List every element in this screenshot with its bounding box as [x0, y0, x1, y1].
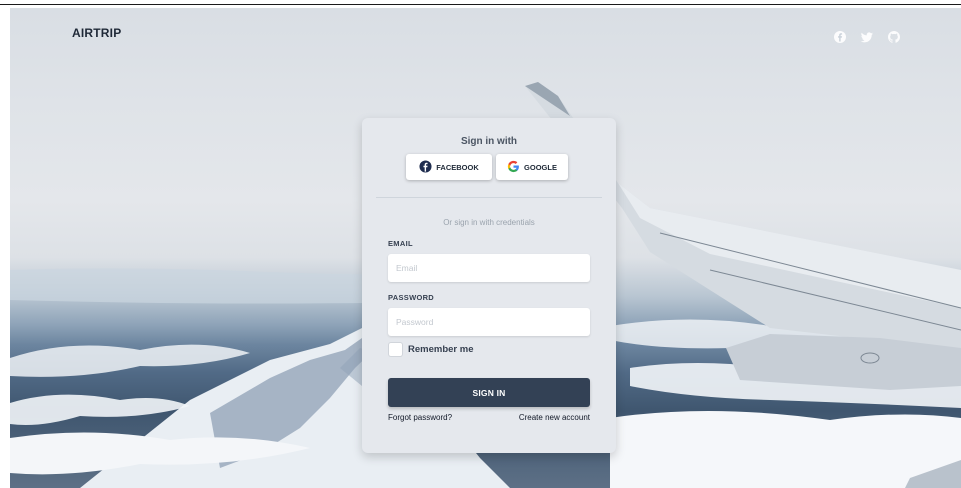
- facebook-button-label: FACEBOOK: [436, 162, 479, 172]
- divider: [376, 197, 602, 198]
- remember-me-row: Remember me: [389, 343, 473, 356]
- facebook-icon[interactable]: [833, 30, 847, 44]
- facebook-login-button[interactable]: FACEBOOK: [406, 154, 492, 180]
- remember-me-checkbox[interactable]: [389, 343, 402, 356]
- github-icon[interactable]: [887, 30, 901, 44]
- remember-me-label[interactable]: Remember me: [408, 344, 473, 355]
- top-navbar: AIRTRIP: [0, 8, 961, 52]
- sign-in-with-heading: Sign in with: [460, 136, 518, 147]
- password-label: PASSWORD: [388, 293, 435, 302]
- twitter-icon[interactable]: [860, 30, 874, 44]
- facebook-icon: [419, 159, 432, 175]
- forgot-password-link[interactable]: Forgot password?: [388, 413, 452, 422]
- google-button-label: GOOGLE: [524, 162, 557, 172]
- sign-in-card: Sign in with FACEBOOK GOOGLE Or sign in …: [362, 118, 616, 453]
- credentials-hint: Or sign in with credentials: [443, 218, 535, 227]
- create-account-link[interactable]: Create new account: [519, 413, 590, 422]
- email-label: EMAIL: [388, 239, 413, 248]
- email-field[interactable]: [388, 254, 590, 282]
- sign-in-button[interactable]: SIGN IN: [388, 378, 590, 407]
- google-login-button[interactable]: GOOGLE: [496, 154, 568, 180]
- google-icon: [507, 160, 520, 175]
- social-nav: [833, 30, 901, 44]
- window-top-border: [0, 0, 961, 8]
- brand-logo[interactable]: AIRTRIP: [72, 26, 121, 40]
- password-field[interactable]: [388, 308, 590, 336]
